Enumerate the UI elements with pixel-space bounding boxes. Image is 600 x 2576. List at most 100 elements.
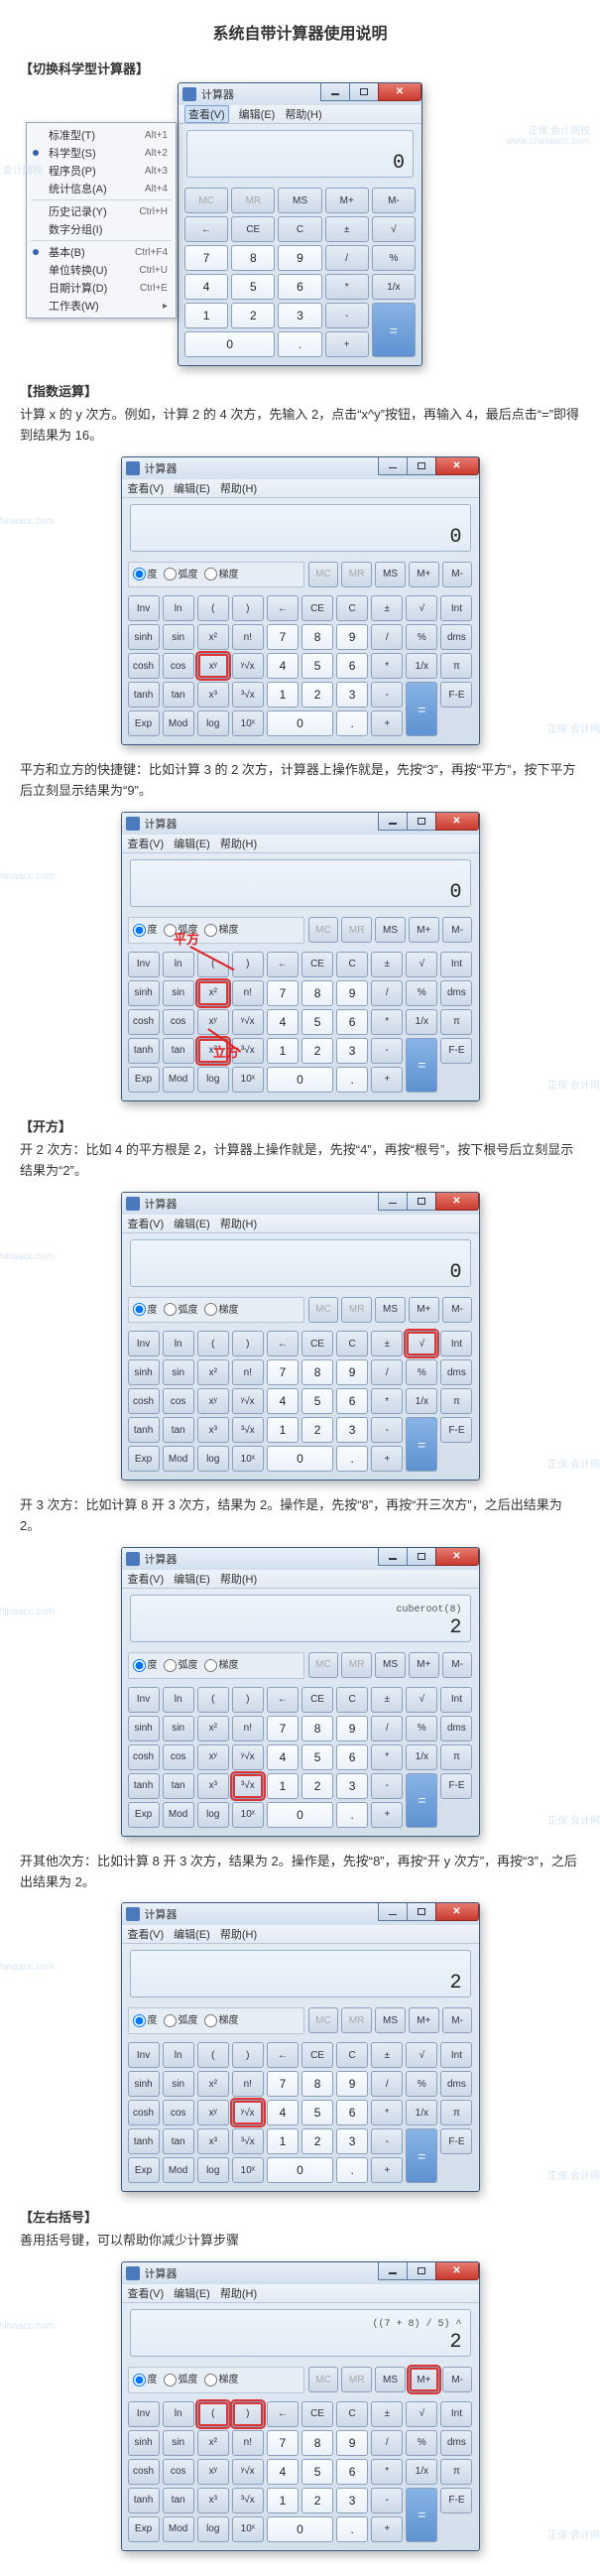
key-m-[interactable]: M- xyxy=(442,1652,473,1678)
key-recip[interactable]: 1/x xyxy=(372,274,416,300)
key-ce[interactable]: CE xyxy=(301,595,333,621)
key-tanh[interactable]: tanh xyxy=(128,1773,160,1799)
key-neg[interactable]: ± xyxy=(371,1687,403,1713)
menu-help[interactable]: 帮助(H) xyxy=(285,106,321,122)
key-mc[interactable]: MC xyxy=(308,917,339,943)
key-ms[interactable]: MS xyxy=(375,1297,406,1323)
key-mul[interactable]: * xyxy=(371,1009,403,1035)
key-3[interactable]: 3 xyxy=(336,2488,368,2513)
key-4[interactable]: 4 xyxy=(267,2100,299,2125)
key-inv[interactable]: Inv xyxy=(128,2401,160,2427)
key-ce[interactable]: CE xyxy=(301,2401,333,2427)
key-8[interactable]: 8 xyxy=(301,980,333,1006)
key-mul[interactable]: * xyxy=(371,1744,403,1770)
key-rpar[interactable]: ) xyxy=(232,952,264,977)
radio-grad[interactable]: 梯度 xyxy=(204,566,239,581)
radio-grad[interactable]: 梯度 xyxy=(204,1656,239,1672)
key-dot[interactable]: . xyxy=(278,331,321,357)
key-sqrt[interactable]: √ xyxy=(406,1331,437,1356)
radio-deg[interactable]: 度 xyxy=(133,566,158,581)
key-xy[interactable]: xʸ xyxy=(197,1009,229,1035)
key-c[interactable]: C xyxy=(336,2042,368,2068)
key-lpar[interactable]: ( xyxy=(197,2401,229,2427)
key-tanh[interactable]: tanh xyxy=(128,2128,160,2154)
key-x2[interactable]: x² xyxy=(197,2430,229,2456)
key-dot[interactable]: . xyxy=(336,1067,368,1093)
key-add[interactable]: + xyxy=(371,1446,403,1472)
key-5[interactable]: 5 xyxy=(301,653,333,679)
key-7[interactable]: 7 xyxy=(267,2430,299,2456)
key-6[interactable]: 6 xyxy=(336,1744,368,1770)
key-sqrt[interactable]: √ xyxy=(406,2042,437,2068)
key-pct[interactable]: % xyxy=(406,1359,437,1385)
key-neg[interactable]: ± xyxy=(325,216,369,242)
close-button[interactable] xyxy=(435,813,479,831)
key-tan[interactable]: tan xyxy=(163,1773,194,1799)
key-sinh[interactable]: sinh xyxy=(128,2430,160,2456)
key-mod[interactable]: Mod xyxy=(163,1067,194,1093)
key-mul[interactable]: * xyxy=(371,2100,403,2125)
key-x3[interactable]: x³ xyxy=(197,682,229,708)
key-4[interactable]: 4 xyxy=(267,1009,299,1035)
key-tan[interactable]: tan xyxy=(163,1038,194,1064)
key-cos[interactable]: cos xyxy=(163,1744,194,1770)
key-div[interactable]: / xyxy=(371,624,403,650)
key-m-[interactable]: M- xyxy=(442,1297,473,1323)
key-back[interactable]: ← xyxy=(267,595,299,621)
key-fact[interactable]: n! xyxy=(232,980,264,1006)
close-button[interactable] xyxy=(435,457,479,475)
radio-rad[interactable]: 弧度 xyxy=(164,1656,198,1672)
key-ms[interactable]: MS xyxy=(375,1652,406,1678)
key-recip[interactable]: 1/x xyxy=(406,2459,437,2485)
key-m-[interactable]: M- xyxy=(442,2367,473,2392)
minimize-button[interactable] xyxy=(378,813,408,831)
radio-grad[interactable]: 梯度 xyxy=(204,2371,239,2386)
key-ms[interactable]: MS xyxy=(375,2367,406,2392)
key-cos[interactable]: cos xyxy=(163,1009,194,1035)
menu-edit[interactable]: 编辑(E) xyxy=(174,1571,210,1587)
key-x3[interactable]: x³ xyxy=(197,1038,229,1064)
key-log[interactable]: log xyxy=(197,1802,229,1828)
key-mr[interactable]: MR xyxy=(341,1297,372,1323)
key-tenx[interactable]: 10ˣ xyxy=(232,2157,264,2183)
key-yroot[interactable]: ʸ√x xyxy=(232,653,264,679)
key-eq[interactable]: = xyxy=(406,2488,437,2542)
key-fact[interactable]: n! xyxy=(232,2071,264,2097)
key-exp[interactable]: Exp xyxy=(128,2516,160,2542)
menu-edit[interactable]: 编辑(E) xyxy=(174,1216,210,1231)
key-mul[interactable]: * xyxy=(371,653,403,679)
key-cuberoot[interactable]: ³√x xyxy=(232,1773,264,1799)
key-x2[interactable]: x² xyxy=(197,624,229,650)
key-ln[interactable]: ln xyxy=(163,1687,194,1713)
minimize-button[interactable] xyxy=(378,1903,408,1921)
key-0[interactable]: 0 xyxy=(267,2157,333,2183)
key-rpar[interactable]: ) xyxy=(232,1331,264,1356)
key-c[interactable]: C xyxy=(336,1687,368,1713)
key-4[interactable]: 4 xyxy=(267,1388,299,1414)
menu-view[interactable]: 查看(V) xyxy=(184,105,229,123)
key-mc[interactable]: MC xyxy=(184,188,228,213)
key-1[interactable]: 1 xyxy=(267,682,299,708)
radio-deg[interactable]: 度 xyxy=(133,2371,158,2386)
key-sub[interactable]: - xyxy=(371,2488,403,2513)
key-1[interactable]: 1 xyxy=(267,2488,299,2513)
key-ln[interactable]: ln xyxy=(163,595,194,621)
key-lpar[interactable]: ( xyxy=(197,952,229,977)
key-div[interactable]: / xyxy=(325,245,369,271)
menu-help[interactable]: 帮助(H) xyxy=(220,836,257,851)
menu-edit[interactable]: 编辑(E) xyxy=(174,1926,210,1942)
key-cos[interactable]: cos xyxy=(163,653,194,679)
menu-view[interactable]: 查看(V) xyxy=(128,836,165,851)
close-button[interactable] xyxy=(435,1548,479,1566)
key-8[interactable]: 8 xyxy=(301,2071,333,2097)
key-div[interactable]: / xyxy=(371,980,403,1006)
key-pi[interactable]: π xyxy=(440,1744,472,1770)
key-1[interactable]: 1 xyxy=(267,2128,299,2154)
key-dms[interactable]: dms xyxy=(440,2430,472,2456)
key-mod[interactable]: Mod xyxy=(163,710,194,736)
menu-view[interactable]: 查看(V) xyxy=(128,1571,165,1587)
key-mod[interactable]: Mod xyxy=(163,1802,194,1828)
key-xy[interactable]: xʸ xyxy=(197,1744,229,1770)
key-pct[interactable]: % xyxy=(406,624,437,650)
radio-deg[interactable]: 度 xyxy=(133,1656,158,1672)
